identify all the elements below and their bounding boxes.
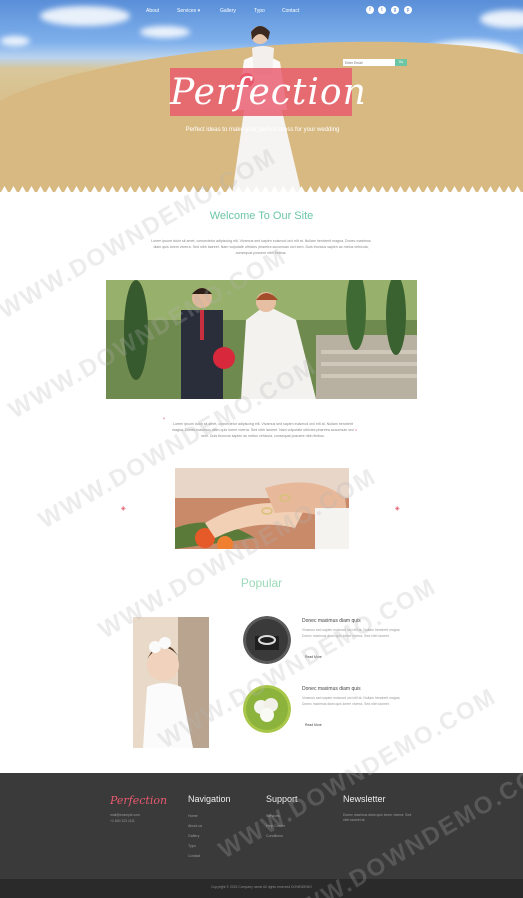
popular-title: Popular xyxy=(240,576,283,590)
quote-mark-icon: ” xyxy=(355,430,357,436)
nav-contact[interactable]: Contact xyxy=(282,8,299,14)
google-plus-icon[interactable]: g xyxy=(391,6,399,14)
cloud xyxy=(140,26,190,38)
zigzag-divider xyxy=(1,186,521,192)
footer-logo[interactable]: Perfection xyxy=(110,794,167,807)
cloud xyxy=(0,36,30,46)
quote-mark-icon: “ xyxy=(163,418,165,424)
chevron-down-icon: ▾ xyxy=(197,8,201,14)
welcome-text: Lorem ipsum dolor sit amet, consectetur … xyxy=(151,239,371,255)
popular-item-text: Vivamus sed sapien euismod orci elit at.… xyxy=(302,696,401,706)
diamond-icon: ◈ xyxy=(121,506,126,512)
newsletter-email-input[interactable] xyxy=(343,59,395,66)
footer-newsletter-title: Newsletter xyxy=(343,794,386,804)
nav-typo[interactable]: Typo xyxy=(254,8,265,14)
hero-tagline: Perfect ideas to make your perfect dress… xyxy=(185,127,340,133)
facebook-icon[interactable]: f xyxy=(366,6,374,14)
footer-link-services[interactable]: Services xyxy=(266,814,280,818)
popular-item-text: Vivamus sed sapien euismod orci elit at.… xyxy=(302,628,401,638)
nav-services[interactable]: Services ▾ xyxy=(177,8,200,14)
logo-banner: Perfection xyxy=(170,68,367,116)
footer-link-typo[interactable]: Typo xyxy=(188,844,196,848)
footer-link-contact[interactable]: Contact xyxy=(188,854,200,858)
main-nav: About Services ▾ Gallery Typo Contact xyxy=(0,8,523,20)
hero-banner: About Services ▾ Gallery Typo Contact f … xyxy=(0,0,523,192)
copyright-text: Copyright © 2015 Company name All rights… xyxy=(210,885,313,889)
newsletter-text: Donec maximus diam quis lorem viverra. S… xyxy=(343,813,412,822)
popular-item-title[interactable]: Donec maximus diam quis xyxy=(302,618,361,624)
footer-link-home[interactable]: Home xyxy=(188,814,198,818)
read-more-link[interactable]: Read More xyxy=(305,723,322,727)
nav-services-label: Services xyxy=(177,8,197,14)
flower-girl-photo xyxy=(133,617,209,748)
welcome-title: Welcome To Our Site xyxy=(209,210,314,222)
twitter-icon[interactable]: t xyxy=(378,6,386,14)
welcome-text-2: Lorem ipsum dolor sit amet, consectetur … xyxy=(172,422,354,438)
nav-about[interactable]: About xyxy=(146,8,159,14)
couple-photo xyxy=(106,280,417,399)
bouquet-image xyxy=(243,685,291,733)
footer: Perfection mail@example.com +1 800 123 1… xyxy=(0,773,523,879)
footer-link-help[interactable]: Help Center xyxy=(266,824,285,828)
popular-item-title[interactable]: Donec maximus diam quis xyxy=(302,686,361,692)
footer-email[interactable]: mail@example.com xyxy=(110,813,140,818)
footer-phone: +1 800 123 1111 xyxy=(110,819,135,823)
read-more-link[interactable]: Read More xyxy=(305,655,322,659)
footer-link-about[interactable]: About us xyxy=(188,824,202,828)
footer-link-gallery[interactable]: Gallery xyxy=(188,834,199,838)
rings-photo xyxy=(175,468,349,549)
ring-box-image xyxy=(243,616,291,664)
newsletter-submit-button[interactable]: Go xyxy=(395,59,407,66)
nav-gallery[interactable]: Gallery xyxy=(220,8,236,14)
footer-link-conditions[interactable]: Conditions xyxy=(266,834,283,838)
site-logo: Perfection xyxy=(170,72,367,113)
footer-support-title: Support xyxy=(266,794,298,804)
pinterest-icon[interactable]: p xyxy=(404,6,412,14)
footer-nav-title: Navigation xyxy=(188,794,231,804)
diamond-icon: ◈ xyxy=(395,506,400,512)
